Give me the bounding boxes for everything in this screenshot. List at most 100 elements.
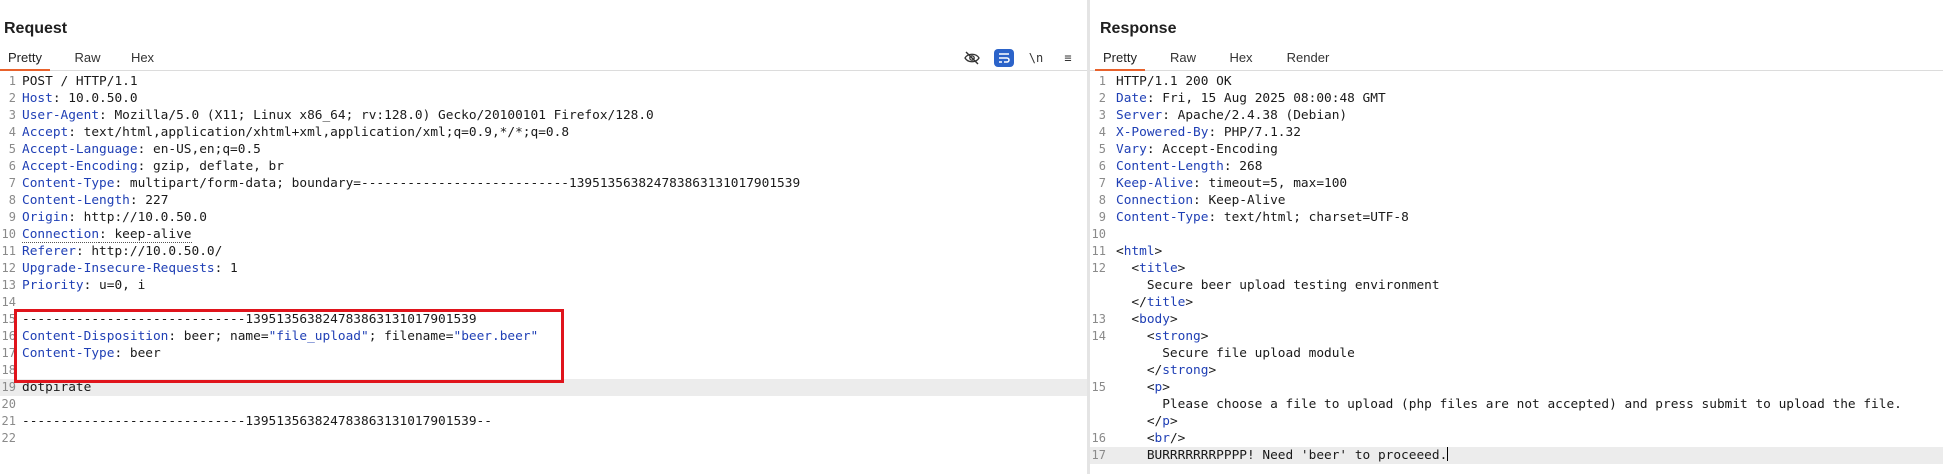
code-token: -----------------------------13951356382… — [22, 414, 492, 429]
code-token: Please choose a file to upload (php file… — [1116, 397, 1902, 412]
line-number: 12 — [1091, 261, 1106, 275]
response-line[interactable]: 17 BURRRRRRRPPPP! Need 'beer' to proceee… — [1090, 447, 1943, 464]
line-number: 17 — [1, 346, 16, 360]
request-line[interactable]: 2 Host: 10.0.50.0 — [0, 90, 1088, 107]
request-line[interactable]: 16 Content-Disposition: beer; name="file_… — [0, 328, 1088, 345]
response-line[interactable]: 6 Content-Length: 268 — [1090, 158, 1943, 175]
response-line[interactable]: 8 Connection: Keep-Alive — [1090, 192, 1943, 209]
request-line[interactable]: 17 Content-Type: beer — [0, 345, 1088, 362]
response-line[interactable]: 7 Keep-Alive: timeout=5, max=100 — [1090, 175, 1943, 192]
code-token: : Apache/2.4.38 (Debian) — [1162, 108, 1348, 123]
request-line[interactable]: 15 -----------------------------139513563… — [0, 311, 1088, 328]
response-line[interactable]: Secure beer upload testing environment — [1090, 277, 1943, 294]
response-line[interactable]: </p> — [1090, 413, 1943, 430]
code-text: Referer: http://10.0.50.0/ — [22, 243, 222, 260]
response-line[interactable]: Please choose a file to upload (php file… — [1090, 396, 1943, 413]
code-token: p — [1162, 414, 1170, 429]
code-token: Upgrade-Insecure-Requests — [22, 261, 215, 276]
request-line[interactable]: 21 -----------------------------139513563… — [0, 413, 1088, 430]
code-token: : timeout=5, max=100 — [1193, 176, 1348, 191]
code-text: Accept-Encoding: gzip, deflate, br — [22, 158, 284, 175]
code-token: : PHP/7.1.32 — [1208, 125, 1301, 140]
newline-toggle-button[interactable]: \n — [1026, 49, 1046, 67]
tab-request-raw[interactable]: Raw — [60, 48, 115, 69]
code-token: Origin — [22, 210, 69, 225]
code-token: "beer.beer" — [453, 329, 539, 344]
tab-request-pretty[interactable]: Pretty — [0, 48, 50, 71]
line-number: 2 — [8, 91, 16, 105]
request-line[interactable]: 9 Origin: http://10.0.50.0 — [0, 209, 1088, 226]
request-line[interactable]: 18 — [0, 362, 1088, 379]
code-token: Connection — [1116, 193, 1194, 208]
code-token: strong — [1162, 363, 1209, 378]
code-token: </ — [1116, 295, 1147, 310]
response-line[interactable]: 3 Server: Apache/2.4.38 (Debian) — [1090, 107, 1943, 124]
response-line[interactable]: 10 — [1090, 226, 1943, 243]
request-line[interactable]: 11 Referer: http://10.0.50.0/ — [0, 243, 1088, 260]
code-token: /> — [1169, 431, 1186, 446]
request-title: Request — [4, 20, 68, 37]
request-line[interactable]: 7 Content-Type: multipart/form-data; boun… — [0, 175, 1088, 192]
code-text: HTTP/1.1 200 OK — [1116, 73, 1232, 90]
code-token: Secure beer upload testing environment — [1116, 278, 1440, 293]
request-line[interactable]: 4 Accept: text/html,application/xhtml+xml… — [0, 124, 1088, 141]
text-caret — [1447, 447, 1449, 461]
code-token: </ — [1116, 414, 1163, 429]
code-text: Content-Length: 268 — [1116, 158, 1262, 175]
menu-icon[interactable]: ≡ — [1058, 49, 1078, 67]
tab-response-raw[interactable]: Raw — [1158, 48, 1208, 69]
line-number: 8 — [1098, 193, 1106, 207]
response-line[interactable]: </title> — [1090, 294, 1943, 311]
code-token: "file_upload" — [268, 329, 369, 344]
request-line[interactable]: 6 Accept-Encoding: gzip, deflate, br — [0, 158, 1088, 175]
code-text: dotpirate — [22, 379, 91, 396]
response-line[interactable]: </strong> — [1090, 362, 1943, 379]
response-line[interactable]: 16 <br/> — [1090, 430, 1943, 447]
code-text: -----------------------------13951356382… — [22, 311, 477, 328]
request-line[interactable]: 5 Accept-Language: en-US,en;q=0.5 — [0, 141, 1088, 158]
response-line[interactable]: 12 <title> — [1090, 260, 1943, 277]
code-text: User-Agent: Mozilla/5.0 (X11; Linux x86_… — [22, 107, 654, 124]
code-text: -----------------------------13951356382… — [22, 413, 492, 430]
request-line[interactable]: 22 — [0, 430, 1088, 447]
response-line[interactable]: 5 Vary: Accept-Encoding — [1090, 141, 1943, 158]
tab-response-pretty[interactable]: Pretty — [1095, 48, 1145, 71]
code-token: : http://10.0.50.0/ — [75, 244, 223, 259]
word-wrap-icon[interactable] — [994, 49, 1014, 67]
tab-request-hex[interactable]: Hex — [115, 48, 170, 69]
request-line[interactable]: 10 Connection: keep-alive — [0, 226, 1088, 243]
code-token: > — [1169, 414, 1178, 429]
hide-nonprintable-icon[interactable] — [962, 49, 982, 67]
request-line[interactable]: 20 — [0, 396, 1088, 413]
code-token: : beer — [114, 346, 161, 361]
line-number: 22 — [1, 431, 16, 445]
request-line[interactable]: 1 POST / HTTP/1.1 — [0, 73, 1088, 90]
line-number: 16 — [1, 329, 16, 343]
response-line[interactable]: 11 <html> — [1090, 243, 1943, 260]
response-editor[interactable]: 1 HTTP/1.1 200 OK 2 Date: Fri, 15 Aug 2025 … — [1090, 73, 1943, 464]
response-line[interactable]: Secure file upload module — [1090, 345, 1943, 362]
response-line[interactable]: 2 Date: Fri, 15 Aug 2025 08:00:48 GMT — [1090, 90, 1943, 107]
code-text: </strong> — [1116, 362, 1216, 379]
code-token: BURRRRRRRPPPP! Need 'beer' to proceeed. — [1116, 448, 1448, 463]
line-number: 1 — [8, 74, 16, 88]
response-line[interactable]: 15 <p> — [1090, 379, 1943, 396]
request-line[interactable]: 8 Content-Length: 227 — [0, 192, 1088, 209]
request-line[interactable]: 19 dotpirate — [0, 379, 1088, 396]
response-line[interactable]: 14 <strong> — [1090, 328, 1943, 345]
tab-response-render[interactable]: Render — [1278, 48, 1338, 69]
request-line[interactable]: 13 Priority: u=0, i — [0, 277, 1088, 294]
request-line[interactable]: 14 — [0, 294, 1088, 311]
response-line[interactable]: 1 HTTP/1.1 200 OK — [1090, 73, 1943, 90]
response-line[interactable]: 13 <body> — [1090, 311, 1943, 328]
code-text: <p> — [1116, 379, 1170, 396]
response-line[interactable]: 9 Content-Type: text/html; charset=UTF-8 — [1090, 209, 1943, 226]
code-token: : 227 — [129, 193, 169, 208]
request-editor[interactable]: 1 POST / HTTP/1.1 2 Host: 10.0.50.0 3 User-Ag… — [0, 73, 1088, 447]
request-line[interactable]: 3 User-Agent: Mozilla/5.0 (X11; Linux x86… — [0, 107, 1088, 124]
code-token: Referer — [22, 244, 76, 259]
response-line[interactable]: 4 X-Powered-By: PHP/7.1.32 — [1090, 124, 1943, 141]
tab-response-hex[interactable]: Hex — [1216, 48, 1266, 69]
request-line[interactable]: 12 Upgrade-Insecure-Requests: 1 — [0, 260, 1088, 277]
code-text: Keep-Alive: timeout=5, max=100 — [1116, 175, 1347, 192]
